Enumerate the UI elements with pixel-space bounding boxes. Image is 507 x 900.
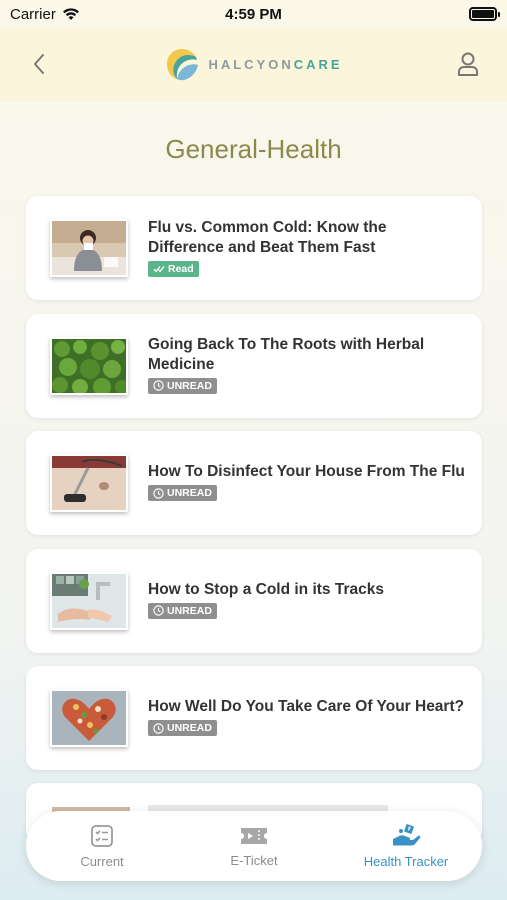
app-header: HALCYONCARE	[0, 28, 507, 100]
article-title: How To Disinfect Your House From The Flu	[148, 463, 465, 481]
ticket-icon	[241, 827, 267, 844]
article-title: How Well Do You Take Care Of Your Heart?	[148, 698, 465, 716]
logo-mark-icon	[167, 49, 199, 81]
article-body: Going Back To The Roots with Herbal Medi…	[148, 335, 482, 397]
badge-label: Read	[168, 263, 194, 275]
health-hand-icon	[393, 823, 421, 845]
unread-badge: UNREAD	[148, 485, 217, 502]
article-card[interactable]: How To Disinfect Your House From The Flu…	[26, 431, 482, 535]
battery-icon	[469, 7, 500, 21]
unread-badge: UNREAD	[148, 720, 217, 737]
heart-food-icon	[50, 689, 128, 747]
badge-label: UNREAD	[167, 379, 212, 392]
status-bar: Carrier 4:59 PM	[0, 0, 507, 28]
tab-label: E-Ticket	[230, 852, 278, 868]
back-button[interactable]	[24, 49, 54, 79]
article-card[interactable]: How Well Do You Take Care Of Your Heart?…	[26, 666, 482, 770]
article-card[interactable]: How to Stop a Cold in its Tracks UNREAD	[26, 548, 482, 653]
halcyon-care-logo: HALCYONCARE	[164, 47, 342, 81]
read-badge: Read	[148, 261, 199, 277]
tab-bar: Current E-Ticket Health Tracker	[26, 811, 482, 881]
checklist-icon	[91, 824, 113, 847]
tab-health-tracker[interactable]: Health Tracker	[331, 823, 481, 869]
tab-current[interactable]: Current	[27, 824, 177, 869]
badge-label: UNREAD	[167, 604, 212, 617]
page-title: General-Health	[165, 134, 342, 164]
clock-icon	[153, 723, 164, 734]
chevron-left-icon	[34, 54, 44, 74]
logo-text-care: CARE	[293, 56, 343, 72]
article-body: Flu vs. Common Cold: Know the Difference…	[148, 218, 482, 278]
sick-person-icon	[50, 219, 128, 277]
article-title: Going Back To The Roots with Herbal Medi…	[148, 335, 425, 373]
article-card[interactable]: Flu vs. Common Cold: Know the Difference…	[26, 196, 482, 300]
profile-button[interactable]	[453, 49, 483, 79]
status-left: Carrier	[10, 6, 80, 23]
article-body: How Well Do You Take Care Of Your Heart?…	[148, 697, 480, 739]
badge-label: UNREAD	[167, 487, 212, 500]
herbs-icon	[50, 336, 128, 395]
tab-e-ticket[interactable]: E-Ticket	[179, 825, 329, 868]
handwash-icon	[50, 571, 128, 630]
article-list: Flu vs. Common Cold: Know the Difference…	[26, 196, 482, 784]
double-check-icon	[153, 266, 165, 273]
article-body: How to Stop a Cold in its Tracks UNREAD	[148, 580, 400, 622]
unread-badge: UNREAD	[148, 602, 217, 619]
carrier-label: Carrier	[10, 5, 56, 23]
user-icon	[458, 52, 478, 76]
clock-icon	[153, 380, 164, 391]
logo-text-halcyon: HALCYON	[208, 56, 294, 72]
logo-text: HALCYONCARE	[208, 57, 342, 72]
article-card[interactable]: Going Back To The Roots with Herbal Medi…	[26, 313, 482, 418]
wifi-icon	[62, 8, 79, 20]
article-body: How To Disinfect Your House From The Flu…	[148, 462, 481, 504]
article-title: Flu vs. Common Cold: Know the Difference…	[148, 219, 387, 256]
vacuum-icon	[50, 454, 128, 512]
unread-badge: UNREAD	[148, 377, 217, 394]
article-title: How to Stop a Cold in its Tracks	[148, 580, 384, 598]
badge-label: UNREAD	[167, 722, 212, 735]
tab-label: Current	[80, 853, 124, 869]
clock-icon	[153, 488, 164, 499]
tab-label: Health Tracker	[363, 853, 449, 869]
clock-icon	[153, 605, 164, 616]
